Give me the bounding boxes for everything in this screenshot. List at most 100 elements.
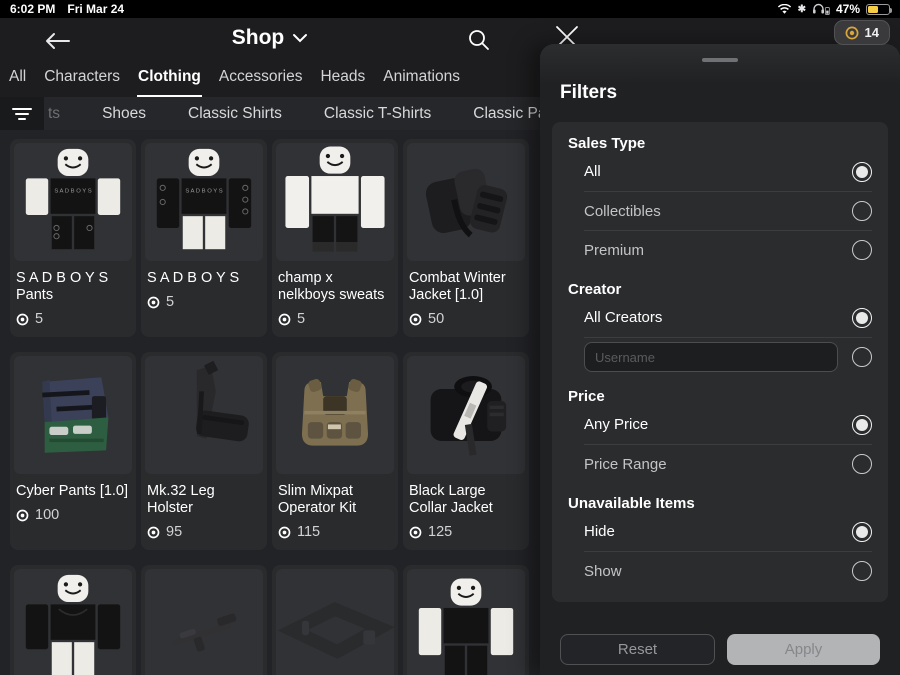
item-card-partial-4[interactable] xyxy=(403,565,529,675)
option-all-creators[interactable]: All Creators xyxy=(584,298,872,337)
option-hide[interactable]: Hide xyxy=(584,512,872,551)
item-name: S A D B O Y S Pants xyxy=(16,270,109,303)
option-creator-username[interactable] xyxy=(584,337,872,376)
radio-selected-icon[interactable] xyxy=(852,161,872,182)
robux-icon xyxy=(16,509,29,521)
item-price: 100 xyxy=(35,507,60,523)
item-price: 95 xyxy=(166,524,183,540)
radio-selected-icon[interactable] xyxy=(852,521,872,542)
item-thumbnail xyxy=(276,356,394,474)
chip-partial[interactable]: ts xyxy=(48,105,60,123)
radio-icon[interactable] xyxy=(852,240,872,260)
chevron-down-icon xyxy=(292,33,308,43)
option-sales-all[interactable]: All xyxy=(584,152,872,191)
radio-selected-icon[interactable] xyxy=(852,414,872,435)
item-thumbnail xyxy=(145,569,263,675)
item-thumbnail: S A D B O Y S xyxy=(145,143,263,261)
item-price-row: 5 xyxy=(16,311,130,327)
item-thumbnail xyxy=(14,569,132,675)
item-name: Combat Winter Jacket [1.0] xyxy=(409,270,506,303)
item-card-partial-1[interactable] xyxy=(10,565,136,675)
radio-icon[interactable] xyxy=(852,201,872,221)
robux-icon xyxy=(278,313,291,325)
item-price: 5 xyxy=(35,311,44,327)
tab-heads[interactable]: Heads xyxy=(319,64,366,95)
apply-button[interactable]: Apply xyxy=(727,634,880,665)
reset-button[interactable]: Reset xyxy=(560,634,715,665)
item-card-leg-holster[interactable]: Mk.32 Leg Holster 95 xyxy=(141,352,267,550)
item-card-sadboys-shirt[interactable]: S A D B O Y S S A D B O Y S 5 xyxy=(141,139,267,337)
item-thumbnail xyxy=(276,569,394,675)
robux-balance-value: 14 xyxy=(864,25,879,40)
item-price-row: 5 xyxy=(147,294,261,310)
chip-classic-tshirts[interactable]: Classic T-Shirts xyxy=(324,105,431,123)
svg-text:S A D B O Y S: S A D B O Y S xyxy=(54,189,91,195)
battery-icon xyxy=(866,3,892,15)
robux-icon xyxy=(16,313,29,325)
option-show[interactable]: Show xyxy=(584,551,872,590)
option-any-price[interactable]: Any Price xyxy=(584,405,872,444)
item-price: 125 xyxy=(428,524,453,540)
tab-accessories[interactable]: Accessories xyxy=(218,64,304,95)
tab-clothing[interactable]: Clothing xyxy=(137,64,202,97)
item-price-row: 50 xyxy=(409,311,523,327)
robux-icon xyxy=(409,313,422,325)
item-name: S A D B O Y S xyxy=(147,270,240,286)
filters-sheet: Filters Sales Type All Collectibles Prem… xyxy=(540,44,900,675)
chip-classic-pants[interactable]: Classic Pants xyxy=(473,105,540,123)
item-card-combat-winter-jacket[interactable]: Combat Winter Jacket [1.0] 50 xyxy=(403,139,529,337)
category-tabs: All Characters Clothing Accessories Head… xyxy=(0,64,540,97)
item-card-operator-kit[interactable]: Slim Mixpat Operator Kit 115 xyxy=(272,352,398,550)
sheet-drag-handle[interactable] xyxy=(702,58,738,62)
radio-selected-icon[interactable] xyxy=(852,307,872,328)
robux-icon xyxy=(409,526,422,538)
item-card-cyber-pants[interactable]: Cyber Pants [1.0] 100 xyxy=(10,352,136,550)
tab-characters[interactable]: Characters xyxy=(43,64,121,95)
item-card-collar-jacket[interactable]: Black Large Collar Jacket 125 xyxy=(403,352,529,550)
option-price-range[interactable]: Price Range xyxy=(584,444,872,483)
item-price: 115 xyxy=(297,524,321,540)
item-price-row: 125 xyxy=(409,524,523,540)
filter-funnel-icon[interactable] xyxy=(0,97,44,130)
search-icon[interactable] xyxy=(466,27,494,55)
item-price-row: 95 xyxy=(147,524,261,540)
page-title: Shop xyxy=(231,26,285,49)
section-price: Price xyxy=(568,388,605,405)
item-name: Mk.32 Leg Holster xyxy=(147,483,215,516)
item-card-partial-2[interactable] xyxy=(141,565,267,675)
option-sales-collectibles[interactable]: Collectibles xyxy=(584,191,872,230)
section-sales-type: Sales Type xyxy=(568,135,646,152)
snowflake-icon: ✱ xyxy=(797,3,806,15)
item-name: Cyber Pants [1.0] xyxy=(16,483,129,499)
tab-animations[interactable]: Animations xyxy=(382,64,461,95)
section-unavailable-items: Unavailable Items xyxy=(568,495,695,512)
chip-shoes[interactable]: Shoes xyxy=(102,105,146,123)
option-sales-premium[interactable]: Premium xyxy=(584,230,872,269)
subcategory-bar: ts Shoes Classic Shirts Classic T-Shirts… xyxy=(0,97,540,130)
catalog-grid: S A D B O Y S S A D B O Y S Pants 5 S A … xyxy=(0,130,540,675)
item-price: 5 xyxy=(166,294,175,310)
item-thumbnail: S A D B O Y S xyxy=(14,143,132,261)
radio-icon[interactable] xyxy=(852,454,872,474)
filters-title: Filters xyxy=(560,82,618,103)
robux-balance-badge[interactable]: 14 xyxy=(833,20,890,45)
username-input[interactable] xyxy=(584,342,838,372)
item-thumbnail xyxy=(407,143,525,261)
shop-title-dropdown[interactable]: Shop xyxy=(0,26,540,50)
radio-icon[interactable] xyxy=(852,347,872,367)
gold-coin-icon xyxy=(845,26,859,40)
item-card-partial-3[interactable] xyxy=(272,565,398,675)
item-thumbnail xyxy=(407,356,525,474)
item-card-sadboys-pants[interactable]: S A D B O Y S S A D B O Y S Pants 5 xyxy=(10,139,136,337)
battery-percent: 47% xyxy=(835,2,860,16)
item-price-row: 100 xyxy=(16,507,130,523)
item-name: Slim Mixpat Operator Kit xyxy=(278,483,357,516)
robux-icon xyxy=(147,296,160,308)
robux-icon xyxy=(147,526,160,538)
item-card-champ-sweats[interactable]: champ x nelkboys sweats 5 xyxy=(272,139,398,337)
radio-icon[interactable] xyxy=(852,561,872,581)
chip-classic-shirts[interactable]: Classic Shirts xyxy=(188,105,282,123)
item-price-row: 5 xyxy=(278,311,392,327)
section-creator: Creator xyxy=(568,281,622,298)
tab-all[interactable]: All xyxy=(8,64,27,95)
